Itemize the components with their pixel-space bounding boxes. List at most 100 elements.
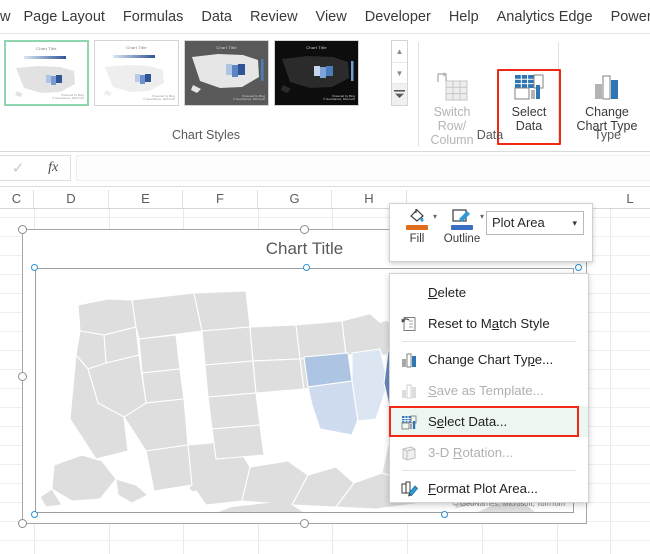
chart-style-thumbnail-3[interactable]: Chart Title Powered by Bing© GeoNames, M… <box>184 40 269 106</box>
fill-button[interactable]: Fill <box>397 208 437 245</box>
thumb-title-2: Chart Title <box>95 45 178 50</box>
ribbon-tab-analytics-edge[interactable]: Analytics Edge <box>488 0 602 34</box>
column-header-e[interactable]: E <box>109 190 183 208</box>
ribbon-tab-page-layout[interactable]: Page Layout <box>14 0 113 34</box>
outline-pen-icon <box>451 208 473 225</box>
context-menu-label-reset-to-match-style: Reset to Match Style <box>428 316 550 331</box>
plot-handle-top-left[interactable] <box>31 264 38 271</box>
change-chart-type-label-1: Change <box>573 105 641 119</box>
context-menu-label-save-as-template: Save as Template... <box>428 383 544 398</box>
outline-color-swatch <box>451 225 473 230</box>
ribbon-tab-data[interactable]: Data <box>192 0 241 34</box>
group-label-data: Data <box>423 128 557 142</box>
change-chart-type-icon <box>589 72 625 102</box>
chart-element-select[interactable]: Plot Area ▾ <box>486 211 584 235</box>
formula-bar-divider <box>0 186 650 187</box>
plot-handle-top-center[interactable] <box>303 264 310 271</box>
outline-caret-icon[interactable]: ▾ <box>480 212 484 221</box>
context-menu-separator-1 <box>402 341 576 342</box>
context-menu-item-delete[interactable]: Delete <box>390 277 588 308</box>
chart-handle-top-left[interactable] <box>18 225 27 234</box>
chart-handle-middle-left[interactable] <box>18 372 27 381</box>
fill-color-swatch <box>406 225 428 230</box>
thumb-title-1: Chart Title <box>6 46 87 51</box>
gallery-more-glyph <box>394 90 405 99</box>
save-template-icon <box>390 383 428 399</box>
fill-caret-icon[interactable]: ▾ <box>433 212 437 221</box>
gallery-more-icon[interactable] <box>392 83 407 105</box>
group-label-chart-styles: Chart Styles <box>4 128 408 142</box>
chart-handle-bottom-center[interactable] <box>300 519 309 528</box>
plot-handle-bottom-right[interactable] <box>441 511 448 518</box>
ribbon-tab-review[interactable]: Review <box>241 0 307 34</box>
ribbon-tab-help[interactable]: Help <box>440 0 488 34</box>
formula-bar-buttons: ✓ fx <box>0 155 71 181</box>
state-illinois <box>352 349 388 421</box>
chart-style-thumbnail-1[interactable]: Chart Title Powered by Bing© GeoNames, M… <box>4 40 89 106</box>
context-menu[interactable]: Delete Reset to Match Style <box>389 273 589 503</box>
thumb-attribution-2: Powered by Bing© GeoNames, Microsoft <box>143 95 175 103</box>
context-menu-separator-2 <box>402 470 576 471</box>
column-header-g[interactable]: G <box>258 190 332 208</box>
context-menu-label-change-chart-type: Change Chart Type... <box>428 352 553 367</box>
format-plot-icon <box>390 481 428 497</box>
change-chart-type-button[interactable]: Change Chart Type <box>573 72 641 133</box>
excel-window: w Page Layout Formulas Data Review View … <box>0 0 650 554</box>
thumb-attribution-4: Powered by Bing© GeoNames, Microsoft <box>323 95 355 103</box>
chart-style-thumbnail-2[interactable]: Chart Title Powered by Bing© GeoNames, M… <box>94 40 179 106</box>
reset-style-icon <box>390 316 428 332</box>
gallery-scroll-down-icon[interactable]: ▼ <box>392 62 407 84</box>
column-header-d[interactable]: D <box>34 190 109 208</box>
plot-handle-top-right[interactable] <box>575 264 582 271</box>
context-menu-label-3d-rotation: 3-D Rotation... <box>428 445 513 460</box>
chart-element-select-value: Plot Area <box>492 215 545 230</box>
insert-function-icon[interactable]: fx <box>48 160 58 176</box>
column-header-l[interactable]: L <box>610 190 650 208</box>
thumb-title-4: Chart Title <box>275 45 358 50</box>
plot-handle-bottom-left[interactable] <box>31 511 38 518</box>
context-menu-item-save-as-template: Save as Template... <box>390 375 588 406</box>
thumb-legend-1 <box>24 56 66 59</box>
chart-type-icon <box>390 352 428 368</box>
ribbon-tab-formulas[interactable]: Formulas <box>114 0 192 34</box>
context-menu-label-select-data: Select Data... <box>428 414 507 429</box>
chart-handle-top-center[interactable] <box>300 225 309 234</box>
ribbon-tab-bar: w Page Layout Formulas Data Review View … <box>0 0 650 34</box>
ribbon-tab-clipped[interactable]: w <box>0 0 14 34</box>
context-menu-item-select-data[interactable]: Select Data... <box>390 406 588 437</box>
context-menu-item-3d-rotation: 3-D Rotation... <box>390 437 588 468</box>
chart-type-glyph <box>401 352 417 368</box>
outline-button[interactable]: Outline <box>440 208 484 245</box>
ribbon-tab-view[interactable]: View <box>307 0 356 34</box>
gallery-scroll-buttons[interactable]: ▲ ▼ <box>391 40 408 106</box>
chevron-down-icon[interactable]: ▾ <box>572 212 577 234</box>
context-menu-label-format-plot-area: Format Plot Area... <box>428 481 538 496</box>
context-menu-item-reset-to-match-style[interactable]: Reset to Match Style <box>390 308 588 339</box>
rotation-glyph <box>401 445 417 461</box>
gallery-scroll-up-icon[interactable]: ▲ <box>392 41 407 62</box>
formula-bar-row: ✓ fx <box>0 152 650 186</box>
chart-handle-bottom-left[interactable] <box>18 519 27 528</box>
thumb-legend-2 <box>113 55 155 58</box>
reset-style-glyph <box>401 316 417 332</box>
group-separator-1 <box>418 42 419 146</box>
formula-input[interactable] <box>76 155 650 181</box>
thumb-attribution-1: Powered by Bing© GeoNames, Microsoft <box>52 94 84 102</box>
select-data-menu-icon <box>390 414 428 430</box>
ribbon-tab-power-pivot[interactable]: Power Pivot <box>602 0 650 34</box>
thumb-map-3 <box>188 49 266 95</box>
thumb-map-4 <box>278 53 356 95</box>
column-header-c[interactable]: C <box>0 190 34 208</box>
select-data-menu-glyph <box>401 414 417 430</box>
enter-check-icon[interactable]: ✓ <box>12 159 25 177</box>
rotation-icon <box>390 445 428 461</box>
context-menu-item-format-plot-area[interactable]: Format Plot Area... <box>390 473 588 504</box>
save-template-glyph <box>401 383 417 399</box>
chart-styles-gallery[interactable]: Chart Title Powered by Bing© GeoNames, M… <box>4 40 359 106</box>
ribbon-tab-developer[interactable]: Developer <box>356 0 440 34</box>
column-header-f[interactable]: F <box>183 190 258 208</box>
chart-style-thumbnail-4[interactable]: Chart Title Powered by Bing© GeoNames, M… <box>274 40 359 106</box>
mini-toolbar[interactable]: Fill ▾ Outline ▾ Plot Area ▾ <box>389 203 593 262</box>
context-menu-item-change-chart-type[interactable]: Change Chart Type... <box>390 344 588 375</box>
fill-label: Fill <box>397 233 437 245</box>
